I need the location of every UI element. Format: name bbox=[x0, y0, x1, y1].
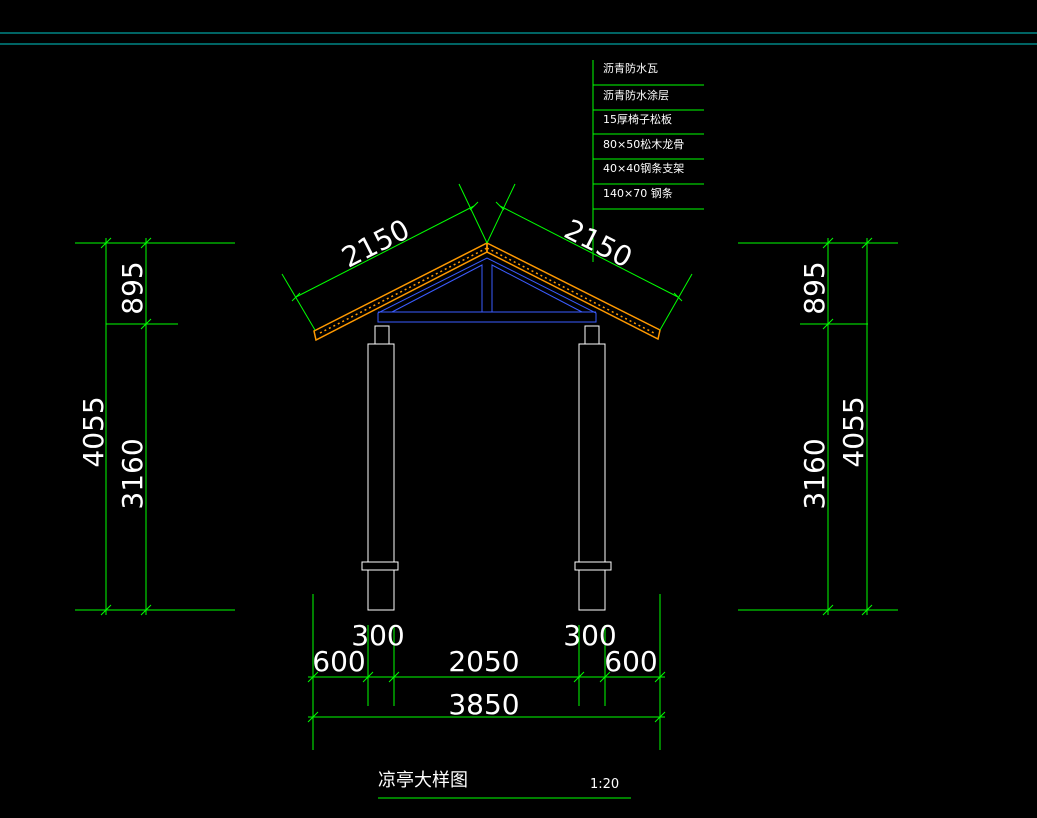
drawing-title: 凉亭大样图 bbox=[378, 770, 468, 791]
dimension-label: 2150 bbox=[336, 213, 414, 275]
column-right bbox=[574, 325, 612, 611]
legend-item: 15厚椅子松板 bbox=[603, 112, 672, 126]
dimension-roof-slope-right: 2150 bbox=[486, 183, 693, 331]
dimension-height-left: 4055 895 3160 bbox=[75, 237, 235, 616]
column-left bbox=[361, 325, 399, 611]
roof-tile-right bbox=[486, 241, 661, 341]
drawing-scale: 1:20 bbox=[590, 777, 619, 792]
dimension-label: 600 bbox=[312, 645, 365, 678]
legend-item: 沥青防水瓦 bbox=[603, 61, 658, 75]
legend-item: 40×40钢条支架 bbox=[603, 161, 684, 175]
dimension-label: 895 bbox=[116, 261, 149, 314]
legend-item: 沥青防水涂层 bbox=[603, 88, 669, 102]
dimension-label: 4055 bbox=[837, 396, 870, 467]
dimension-label: 2050 bbox=[448, 645, 519, 678]
legend-item: 80×50松木龙骨 bbox=[603, 137, 684, 151]
pavilion-detail-drawing: 沥青防水瓦 沥青防水涂层 15厚椅子松板 80×50松木龙骨 40×40钢条支架… bbox=[0, 32, 1037, 799]
title-block: 凉亭大样图 1:20 bbox=[378, 770, 631, 799]
dimension-label: 600 bbox=[604, 645, 657, 678]
dimension-label: 3850 bbox=[448, 688, 519, 721]
dimension-label: 3160 bbox=[116, 438, 149, 509]
dimension-width-bottom: 300 300 600 2050 600 3850 bbox=[307, 594, 666, 750]
legend-item: 140×70 钢条 bbox=[603, 186, 673, 200]
dimension-label: 895 bbox=[798, 261, 831, 314]
dimension-label: 2150 bbox=[559, 213, 637, 275]
dimension-roof-slope-left: 2150 bbox=[281, 183, 488, 331]
dimension-label: 4055 bbox=[77, 396, 110, 467]
drawing-frame-top bbox=[0, 32, 1037, 45]
dimension-label: 3160 bbox=[798, 438, 831, 509]
dimension-height-right: 895 3160 4055 bbox=[738, 237, 898, 616]
